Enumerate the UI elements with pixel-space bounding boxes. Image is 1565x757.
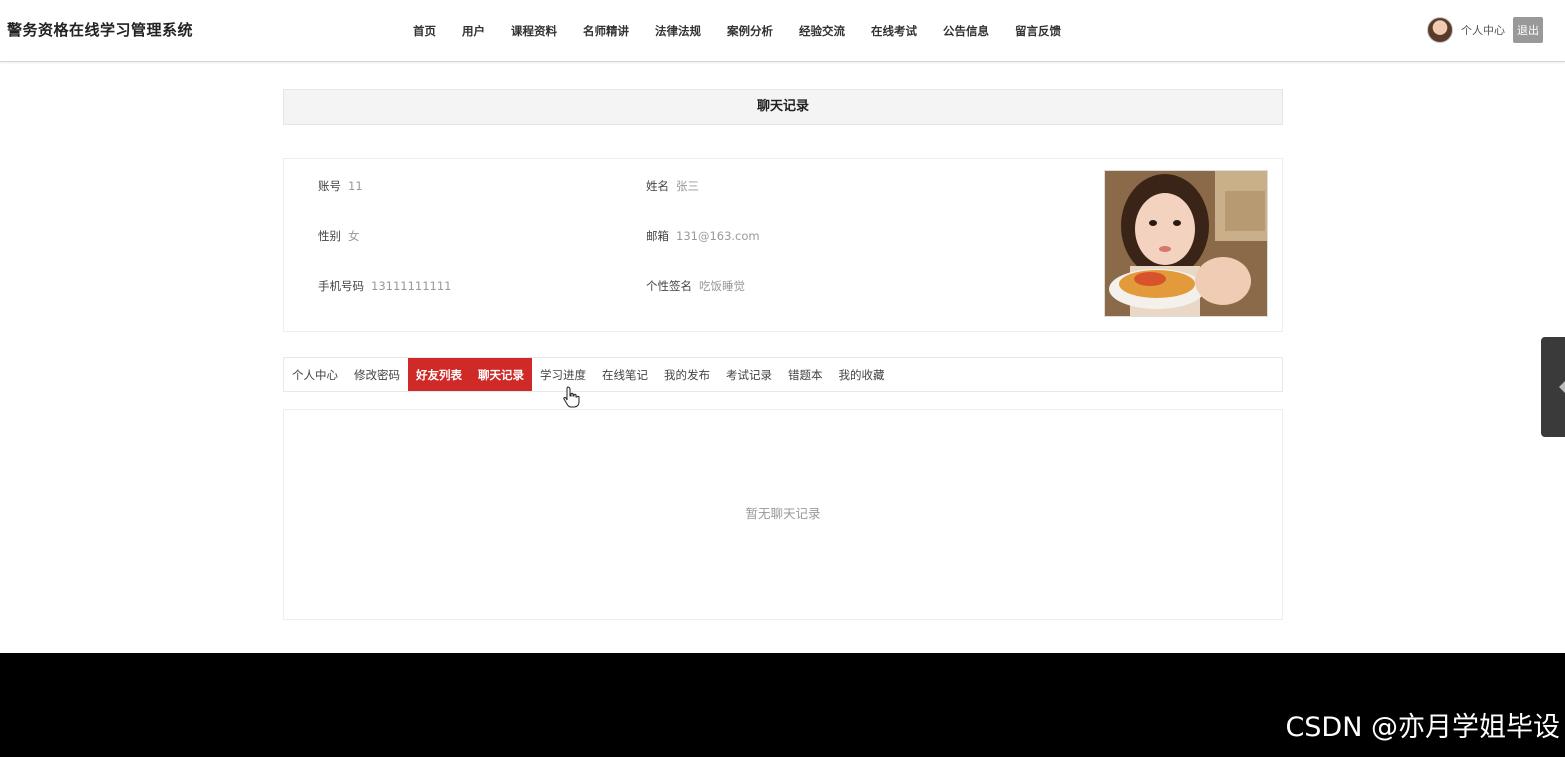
- account-label: 账号: [318, 179, 341, 193]
- name-field: 姓名 张三: [646, 178, 699, 194]
- top-header: 警务资格在线学习管理系统 首页 用户 课程资料 名师精讲 法律法规 案例分析 经…: [0, 0, 1565, 62]
- email-label: 邮箱: [646, 229, 669, 243]
- tab-personal-center[interactable]: 个人中心: [284, 358, 346, 391]
- avatar[interactable]: [1427, 17, 1453, 43]
- nav-item-online-exam[interactable]: 在线考试: [858, 23, 930, 39]
- page-footer: CSDN @亦月学姐毕设: [0, 653, 1565, 757]
- user-area: 个人中心 退出: [1427, 16, 1543, 44]
- profile-photo-image: [1105, 171, 1267, 316]
- side-drawer-handle[interactable]: [1541, 337, 1565, 437]
- gender-value: 女: [348, 229, 360, 243]
- user-center-link[interactable]: 个人中心: [1461, 22, 1505, 38]
- site-title[interactable]: 警务资格在线学习管理系统: [7, 19, 193, 40]
- profile-card: 账号 11 姓名 张三 性别女 邮箱 131@163.com 手机号码 13111111…: [283, 158, 1283, 332]
- main-nav: 首页 用户 课程资料 名师精讲 法律法规 案例分析 经验交流 在线考试 公告信息…: [400, 0, 1074, 62]
- tab-exam-records[interactable]: 考试记录: [718, 358, 780, 391]
- nav-item-course-materials[interactable]: 课程资料: [498, 23, 570, 39]
- tab-my-posts[interactable]: 我的发布: [656, 358, 718, 391]
- nav-item-case-analysis[interactable]: 案例分析: [714, 23, 786, 39]
- page-title: 聊天记录: [283, 89, 1283, 125]
- nav-item-experience[interactable]: 经验交流: [786, 23, 858, 39]
- signature-value: 吃饭睡觉: [699, 279, 745, 293]
- phone-field: 手机号码 13111111111: [318, 278, 451, 294]
- email-field: 邮箱 131@163.com: [646, 228, 760, 244]
- tab-wrong-questions[interactable]: 错题本: [780, 358, 831, 391]
- account-field: 账号 11: [318, 178, 363, 194]
- nav-item-feedback[interactable]: 留言反馈: [1002, 23, 1074, 39]
- logout-button[interactable]: 退出: [1513, 17, 1543, 43]
- tab-friend-list[interactable]: 好友列表: [408, 358, 470, 391]
- nav-item-laws[interactable]: 法律法规: [642, 23, 714, 39]
- gender-field: 性别女: [318, 228, 360, 244]
- profile-photo: [1104, 170, 1268, 317]
- empty-message: 暂无聊天记录: [745, 506, 821, 521]
- watermark: CSDN @亦月学姐毕设: [1285, 712, 1560, 743]
- phone-label: 手机号码: [318, 279, 364, 293]
- tab-my-favorites[interactable]: 我的收藏: [831, 358, 893, 391]
- chevron-left-icon: [1559, 381, 1565, 393]
- user-tabs: 个人中心 修改密码 好友列表 聊天记录 学习进度 在线笔记 我的发布 考试记录 …: [283, 357, 1283, 392]
- phone-value: 13111111111: [371, 279, 452, 293]
- gender-label: 性别: [318, 229, 341, 243]
- email-value: 131@163.com: [676, 229, 760, 243]
- chat-records-panel: 暂无聊天记录: [283, 409, 1283, 620]
- tab-chat-records[interactable]: 聊天记录: [470, 358, 532, 391]
- account-value: 11: [348, 179, 363, 193]
- name-value: 张三: [676, 179, 699, 193]
- hand-pointer-icon: [563, 386, 580, 408]
- nav-item-teacher-lectures[interactable]: 名师精讲: [570, 23, 642, 39]
- signature-label: 个性签名: [646, 279, 692, 293]
- name-label: 姓名: [646, 179, 669, 193]
- signature-field: 个性签名 吃饭睡觉: [646, 278, 745, 294]
- nav-item-users[interactable]: 用户: [449, 23, 498, 39]
- tab-change-password[interactable]: 修改密码: [346, 358, 408, 391]
- nav-item-home[interactable]: 首页: [400, 23, 449, 39]
- tab-online-notes[interactable]: 在线笔记: [594, 358, 656, 391]
- nav-item-announcements[interactable]: 公告信息: [930, 23, 1002, 39]
